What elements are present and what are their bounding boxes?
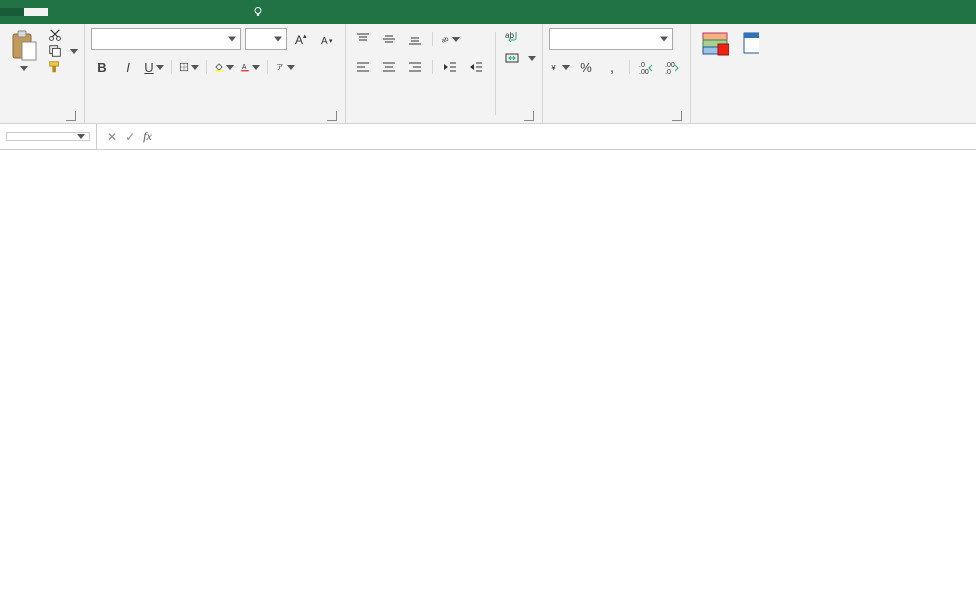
align-middle-button[interactable] [378,28,400,50]
svg-text:¥: ¥ [551,63,556,72]
svg-text:ア: ア [276,64,283,72]
dialog-launcher-icon[interactable] [66,111,76,121]
underline-button[interactable]: U [143,56,165,78]
align-left-button[interactable] [352,56,374,78]
group-clipboard [0,24,85,123]
chevron-down-icon [252,65,260,70]
group-font: A▴ A▾ B I U A ア [85,24,346,123]
svg-text:ab: ab [441,35,450,44]
decrease-decimal-button[interactable]: .00.0 [662,56,684,78]
chevron-down-icon [191,65,199,70]
group-number: ¥ % , .0.00 .00.0 [543,24,691,123]
increase-indent-button[interactable] [465,56,487,78]
tab-review[interactable] [168,8,192,16]
svg-text:A: A [321,36,328,47]
chevron-down-icon [70,49,78,54]
align-top-button[interactable] [352,28,374,50]
tell-me[interactable] [240,6,282,18]
group-styles [691,24,769,123]
borders-button[interactable] [178,56,200,78]
name-box[interactable] [6,132,90,141]
chevron-down-icon [156,65,164,70]
chevron-down-icon [660,37,668,42]
dialog-launcher-icon[interactable] [327,111,337,121]
svg-text:.00: .00 [665,62,675,69]
fx-icon[interactable]: fx [143,129,152,144]
conditional-format-button[interactable] [697,28,733,62]
chevron-down-icon [228,37,236,42]
group-alignment: ab ab [346,24,543,123]
font-size-combo[interactable] [245,28,287,50]
tab-data[interactable] [144,8,168,16]
chevron-down-icon [562,65,570,70]
tab-insert[interactable] [48,8,72,16]
format-painter-button[interactable] [48,60,78,74]
svg-text:▾: ▾ [329,38,333,45]
tab-file[interactable] [0,8,24,16]
tab-help[interactable] [216,8,240,16]
cut-button[interactable] [48,28,78,42]
decrease-indent-button[interactable] [439,56,461,78]
dialog-launcher-icon[interactable] [672,111,682,121]
chevron-down-icon [226,65,234,70]
increase-decimal-button[interactable]: .0.00 [636,56,658,78]
orientation-button[interactable]: ab [439,28,461,50]
italic-button[interactable]: I [117,56,139,78]
align-bottom-button[interactable] [404,28,426,50]
align-center-button[interactable] [378,56,400,78]
wrap-text-button[interactable]: ab [504,28,536,44]
chevron-down-icon [287,65,295,70]
fill-color-button[interactable] [213,56,235,78]
enter-icon[interactable]: ✓ [125,130,135,144]
ribbon: A▴ A▾ B I U A ア [0,24,976,124]
copy-button[interactable] [48,44,78,58]
percent-button[interactable]: % [575,56,597,78]
chevron-down-icon [274,37,282,42]
bold-button[interactable]: B [91,56,113,78]
formula-input[interactable] [162,130,976,144]
formula-bar: ✕ ✓ fx [0,124,976,150]
format-as-table-button[interactable] [739,28,763,62]
merge-center-button[interactable] [504,50,536,66]
svg-text:.00: .00 [639,69,649,75]
paste-button[interactable] [6,28,42,73]
shrink-font-button[interactable]: A▾ [317,28,339,50]
comma-button[interactable]: , [601,56,623,78]
chevron-down-icon [452,37,460,42]
svg-text:A: A [242,64,247,71]
number-format-combo[interactable] [549,28,673,50]
phonetic-button[interactable]: ア [274,56,296,78]
grow-font-button[interactable]: A▴ [291,28,313,50]
font-name-combo[interactable] [91,28,241,50]
tab-view[interactable] [192,8,216,16]
font-color-button[interactable]: A [239,56,261,78]
tab-draw[interactable] [72,8,96,16]
svg-text:▴: ▴ [303,33,307,40]
chevron-down-icon [528,56,536,61]
chevron-down-icon [20,66,28,71]
dialog-launcher-icon[interactable] [524,111,534,121]
chevron-down-icon [77,134,85,139]
cancel-icon[interactable]: ✕ [107,130,117,144]
accounting-format-button[interactable]: ¥ [549,56,571,78]
tab-page-layout[interactable] [96,8,120,16]
align-right-button[interactable] [404,56,426,78]
svg-text:.0: .0 [665,69,671,75]
bulb-icon [252,6,264,18]
menu-tabs [0,0,976,24]
tab-formulas[interactable] [120,8,144,16]
svg-text:.0: .0 [639,62,645,69]
tab-home[interactable] [24,8,48,16]
svg-text:A: A [295,33,303,47]
